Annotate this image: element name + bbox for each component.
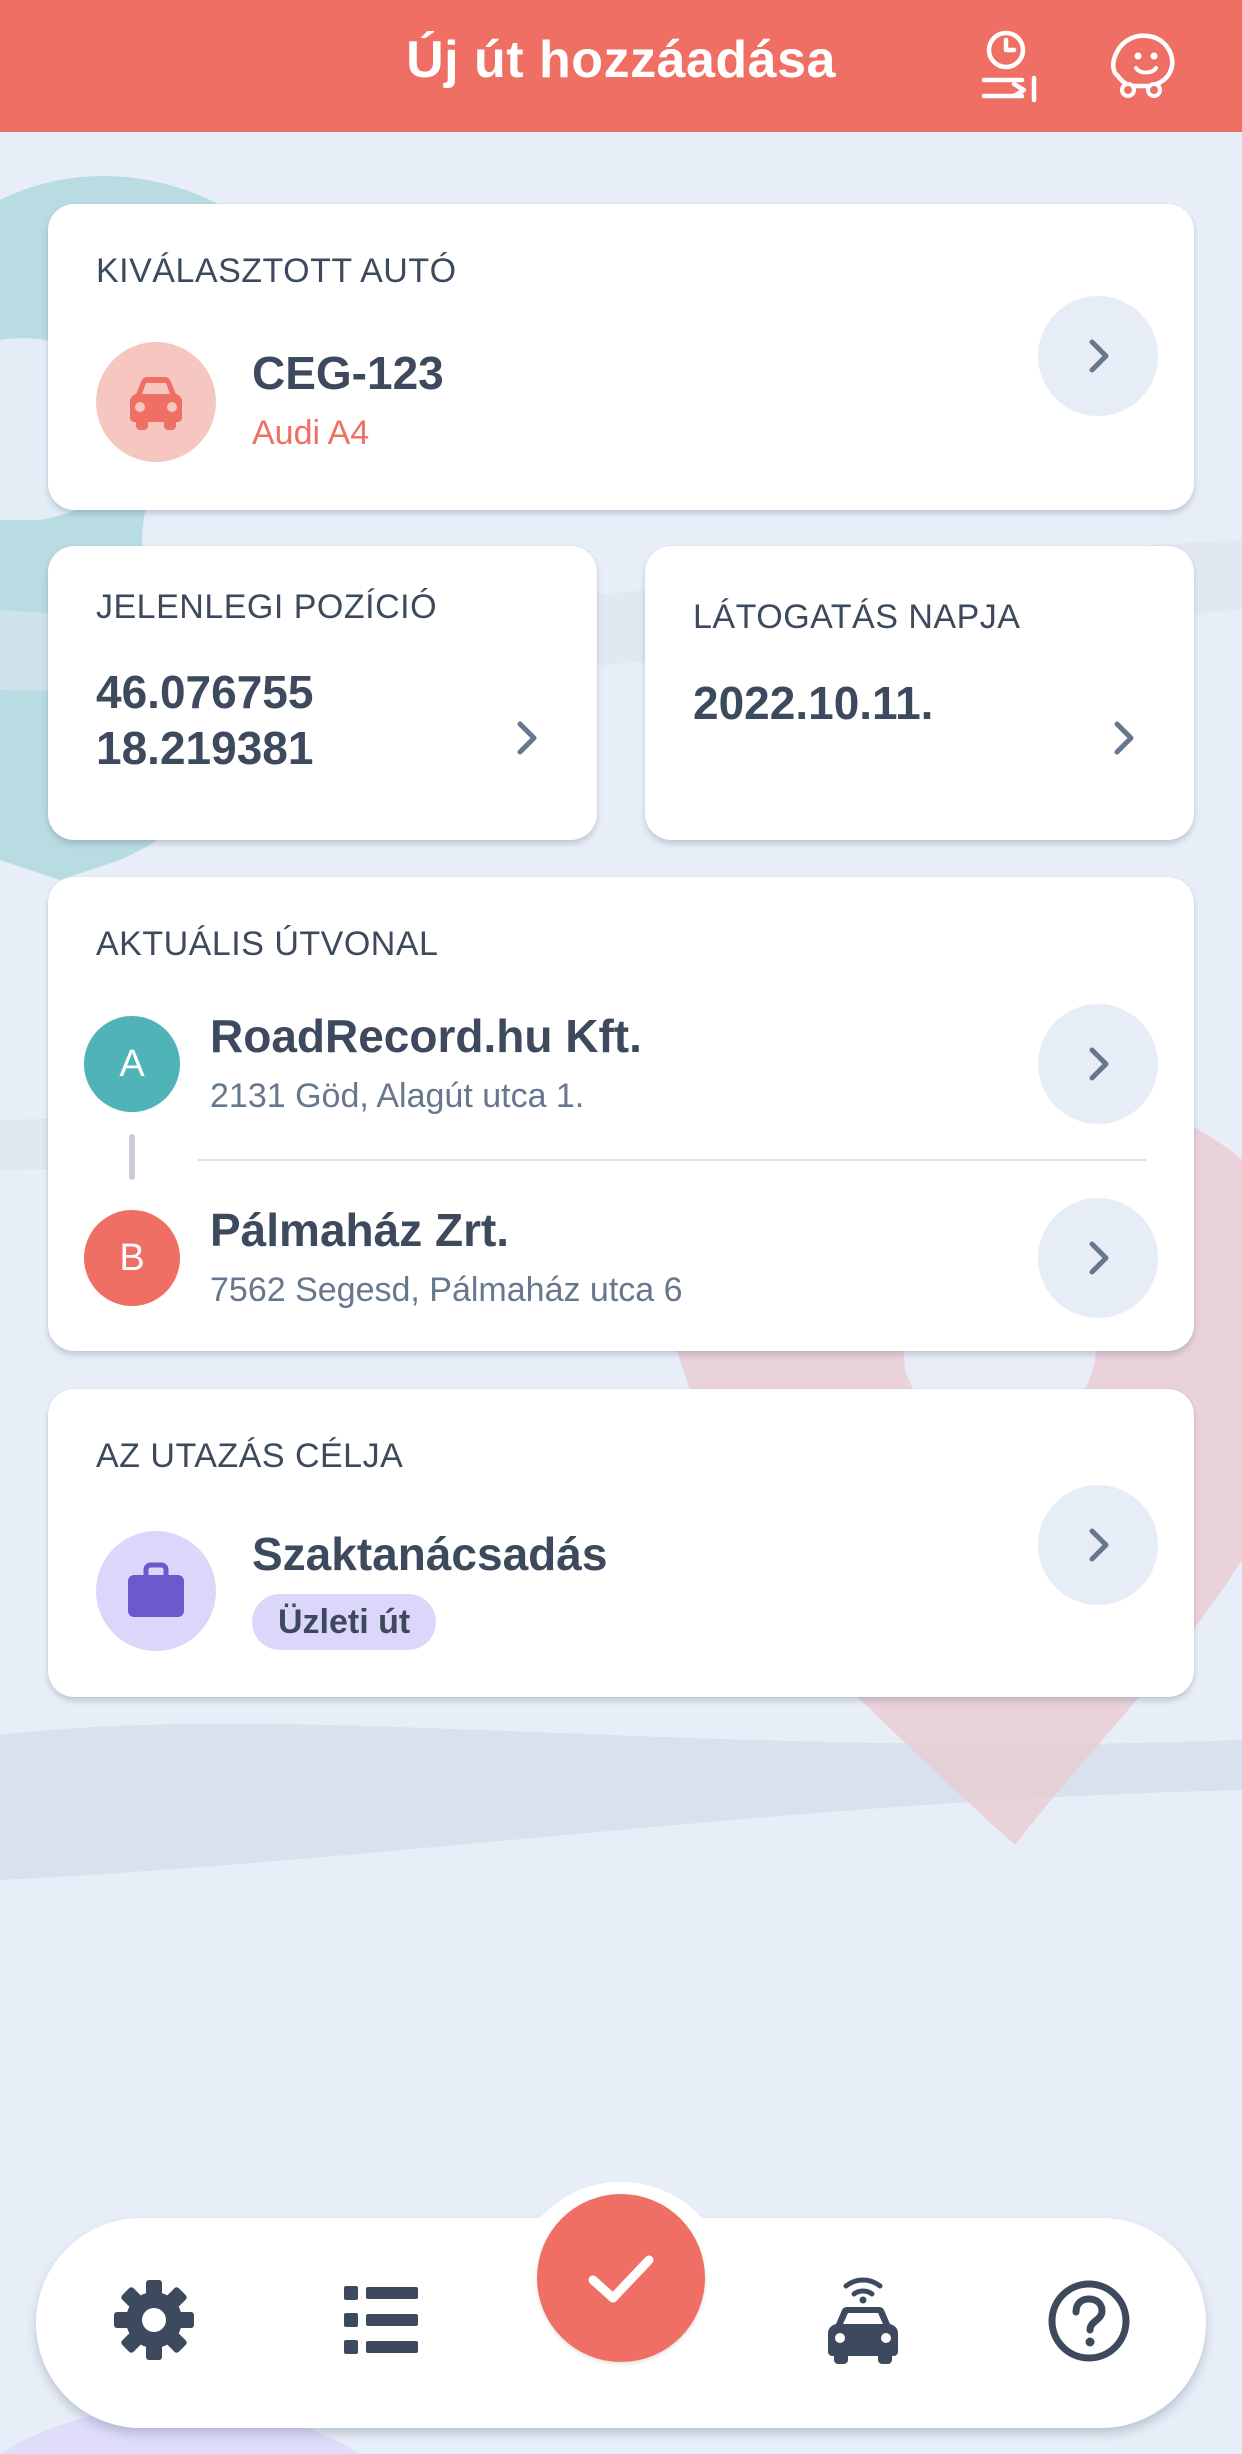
briefcase-icon [128, 1562, 184, 1617]
purpose-avatar [96, 1531, 216, 1651]
history-forward-icon[interactable] [972, 28, 1048, 104]
visit-date-value: 2022.10.11. [693, 677, 934, 729]
current-position-card[interactable]: JELENLEGI POZÍCIÓ 46.076755 18.219381 [48, 546, 597, 840]
confirm-check-icon [588, 2255, 654, 2303]
car-model: Audi A4 [252, 414, 370, 452]
purpose-title: Szaktanácsadás [252, 1528, 608, 1580]
stop-letter-badge: B [84, 1210, 180, 1306]
stop-name: RoadRecord.hu Kft. [210, 1010, 642, 1062]
chevron-right-icon [1089, 1528, 1109, 1562]
car-plate: CEG-123 [252, 347, 444, 399]
settings-icon[interactable] [112, 2278, 196, 2367]
chevron-right-icon [1089, 1241, 1109, 1275]
page-title: Új út hozzáadása [406, 31, 836, 89]
divider [198, 1159, 1146, 1161]
route-connector-line [129, 1134, 135, 1180]
current-route-card: AKTUÁLIS ÚTVONAL A RoadRecord.hu Kft. 21… [48, 877, 1194, 1351]
confirm-button[interactable] [537, 2194, 705, 2362]
stop-address: 7562 Segesd, Pálmaház utca 6 [210, 1271, 683, 1309]
stop-b-chevron-button[interactable] [1038, 1198, 1158, 1318]
purpose-chevron-button[interactable] [1038, 1485, 1158, 1605]
chevron-right-icon [1089, 1047, 1109, 1081]
chevron-right-icon[interactable] [502, 714, 550, 767]
stop-a-chevron-button[interactable] [1038, 1004, 1158, 1124]
card-label: JELENLEGI POZÍCIÓ [96, 588, 438, 626]
trip-type-badge: Üzleti út [252, 1594, 437, 1650]
card-label: AZ UTAZÁS CÉLJA [96, 1437, 404, 1475]
card-label: LÁTOGATÁS NAPJA [693, 598, 1021, 636]
chevron-right-icon[interactable] [1099, 714, 1147, 767]
selected-car-card[interactable]: KIVÁLASZTOTT AUTÓ CEG-123 Audi A4 [48, 204, 1194, 510]
connected-car-icon[interactable] [818, 2266, 908, 2371]
car-icon [130, 377, 182, 430]
waze-icon[interactable] [1104, 28, 1180, 104]
trip-purpose-card[interactable]: AZ UTAZÁS CÉLJA Szaktanácsadás [48, 1389, 1194, 1697]
card-label: KIVÁLASZTOTT AUTÓ [96, 252, 457, 290]
stop-address: 2131 Göd, Alagút utca 1. [210, 1077, 585, 1115]
list-icon[interactable] [340, 2280, 422, 2365]
help-icon[interactable] [1046, 2278, 1132, 2369]
chevron-right-icon [1089, 339, 1109, 373]
top-app-bar: Új út hozzáadása [0, 0, 1242, 132]
car-chevron-button[interactable] [1038, 296, 1158, 416]
card-label: AKTUÁLIS ÚTVONAL [96, 925, 439, 963]
longitude-value: 18.219381 [96, 722, 314, 774]
stop-name: Pálmaház Zrt. [210, 1204, 510, 1256]
visit-date-card[interactable]: LÁTOGATÁS NAPJA 2022.10.11. [645, 546, 1194, 840]
stop-letter-badge: A [84, 1016, 180, 1112]
latitude-value: 46.076755 [96, 666, 314, 718]
car-avatar [96, 342, 216, 462]
